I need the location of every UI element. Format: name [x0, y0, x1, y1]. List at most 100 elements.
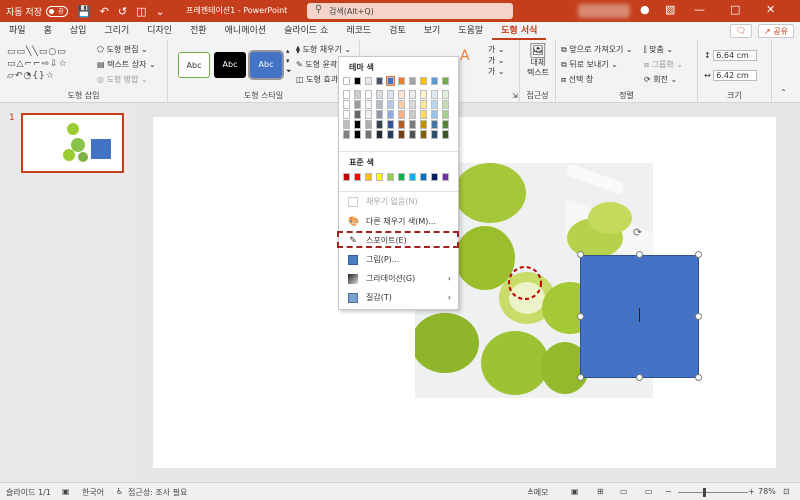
- tab-slideshow[interactable]: 슬라이드 쇼: [275, 22, 337, 40]
- tab-transitions[interactable]: 전환: [181, 22, 216, 40]
- theme-color-swatch[interactable]: [398, 100, 405, 109]
- resize-handle-t[interactable]: [636, 251, 643, 258]
- standard-color-swatch[interactable]: [376, 173, 383, 181]
- comments-icon[interactable]: 🗨: [729, 24, 753, 38]
- bring-forward-button[interactable]: ⧉ 앞으로 가져오기 ⌄: [561, 44, 633, 55]
- wordart-dialog-launcher-icon[interactable]: ⇲: [512, 92, 518, 100]
- resize-handle-b[interactable]: [636, 374, 643, 381]
- theme-color-swatch[interactable]: [431, 77, 438, 85]
- resize-handle-r[interactable]: [695, 313, 702, 320]
- tab-help[interactable]: 도움말: [449, 22, 492, 40]
- maximize-icon[interactable]: □: [730, 3, 740, 16]
- theme-color-swatch[interactable]: [420, 77, 427, 85]
- theme-color-swatch[interactable]: [354, 120, 361, 129]
- slideshow-view-icon[interactable]: ▭: [645, 487, 653, 496]
- theme-color-swatch[interactable]: [420, 130, 427, 139]
- theme-color-swatch[interactable]: [442, 130, 449, 139]
- width-input[interactable]: 6.42 cm: [713, 70, 758, 81]
- theme-color-swatch[interactable]: [409, 110, 416, 119]
- theme-color-swatch[interactable]: [376, 77, 383, 85]
- theme-color-swatch[interactable]: [398, 130, 405, 139]
- theme-color-swatch[interactable]: [354, 100, 361, 109]
- account-avatar-icon[interactable]: ●: [640, 3, 650, 16]
- theme-color-swatch[interactable]: [376, 110, 383, 119]
- send-backward-button[interactable]: ⧉ 뒤로 보내기 ⌄: [561, 59, 618, 70]
- theme-color-swatch[interactable]: [398, 120, 405, 129]
- no-fill-menu-item[interactable]: 채우기 없음(N): [339, 193, 458, 211]
- shape-gallery[interactable]: ▭▭╲╲▭○▭ ▭△⌐⌐⇨⇩☆ ▱↶◔{}☆: [7, 46, 91, 82]
- texture-menu-item[interactable]: 질감(T) ›: [339, 289, 458, 307]
- zoom-in-icon[interactable]: +: [748, 487, 755, 496]
- theme-color-swatch[interactable]: [409, 130, 416, 139]
- theme-color-swatch[interactable]: [409, 120, 416, 129]
- theme-color-swatch[interactable]: [386, 76, 395, 86]
- theme-color-swatch[interactable]: [398, 90, 405, 99]
- accessibility-icon[interactable]: ♿: [116, 487, 123, 496]
- theme-color-swatch[interactable]: [376, 90, 383, 99]
- tab-review[interactable]: 검토: [380, 22, 415, 40]
- search-box[interactable]: ⚲ 검색(Alt+Q): [307, 3, 513, 19]
- resize-handle-bl[interactable]: [577, 374, 584, 381]
- edit-shape-button[interactable]: ⬠ 도형 편집 ⌄: [97, 44, 148, 55]
- wordart-gallery-icon[interactable]: A: [460, 48, 470, 64]
- style-gallery-scroll[interactable]: ▴ ▾ ⏷: [286, 46, 292, 76]
- theme-color-swatch[interactable]: [431, 130, 438, 139]
- autosave-toggle[interactable]: 끔: [45, 5, 68, 17]
- theme-color-swatch[interactable]: [409, 100, 416, 109]
- standard-color-swatch[interactable]: [431, 173, 438, 181]
- undo-icon[interactable]: ↶: [100, 5, 109, 18]
- theme-color-swatch[interactable]: [343, 100, 350, 109]
- zoom-level[interactable]: 78%: [758, 487, 776, 496]
- theme-color-swatch[interactable]: [354, 77, 361, 85]
- reading-view-icon[interactable]: ▭: [620, 487, 628, 496]
- theme-color-swatch[interactable]: [365, 77, 372, 85]
- zoom-out-icon[interactable]: −: [665, 487, 672, 496]
- standard-color-swatch[interactable]: [343, 173, 350, 181]
- tab-shape-format[interactable]: 도형 서식: [492, 22, 547, 40]
- tab-file[interactable]: 파일: [0, 22, 35, 40]
- style-swatch-white[interactable]: Abc: [178, 52, 210, 78]
- zoom-slider-thumb[interactable]: [703, 488, 706, 497]
- width-field[interactable]: ↔ 6.42 cm: [704, 70, 758, 81]
- theme-color-swatch[interactable]: [409, 77, 416, 85]
- theme-color-swatch[interactable]: [442, 77, 449, 85]
- theme-color-swatch[interactable]: [343, 110, 350, 119]
- theme-color-swatch[interactable]: [420, 90, 427, 99]
- zoom-slider[interactable]: [678, 492, 748, 493]
- theme-color-swatch[interactable]: [420, 110, 427, 119]
- merge-shapes-button[interactable]: ◎ 도형 병합 ⌄: [97, 74, 148, 85]
- style-swatch-black[interactable]: Abc: [214, 52, 246, 78]
- selection-pane-button[interactable]: ⧈ 선택 창: [561, 74, 593, 85]
- shape-effects-button[interactable]: ◫ 도형 효과: [296, 74, 338, 85]
- text-box-button[interactable]: ▤ 텍스트 상자 ⌄: [97, 59, 156, 70]
- theme-color-swatch[interactable]: [387, 100, 394, 109]
- tab-home[interactable]: 홈: [35, 22, 61, 40]
- minimize-icon[interactable]: —: [694, 3, 705, 16]
- theme-color-swatch[interactable]: [431, 90, 438, 99]
- theme-color-swatch[interactable]: [387, 110, 394, 119]
- theme-color-swatch[interactable]: [442, 110, 449, 119]
- theme-color-swatch[interactable]: [365, 90, 372, 99]
- accessibility-status[interactable]: 접근성: 조사 필요: [128, 487, 187, 498]
- theme-color-swatch[interactable]: [354, 110, 361, 119]
- resize-handle-l[interactable]: [577, 313, 584, 320]
- tab-view[interactable]: 보기: [415, 22, 450, 40]
- qat-customize-icon[interactable]: ⌄: [156, 5, 165, 18]
- theme-color-swatch[interactable]: [387, 130, 394, 139]
- rotate-handle-icon[interactable]: ⟳: [633, 226, 642, 239]
- tab-design[interactable]: 디자인: [138, 22, 181, 40]
- theme-color-swatch[interactable]: [365, 120, 372, 129]
- resize-handle-br[interactable]: [695, 374, 702, 381]
- theme-color-swatch[interactable]: [442, 90, 449, 99]
- theme-color-swatch[interactable]: [431, 110, 438, 119]
- theme-color-swatch[interactable]: [398, 77, 405, 85]
- notes-button[interactable]: ≜메모: [527, 487, 548, 498]
- fit-to-window-icon[interactable]: ⊡: [783, 487, 790, 496]
- normal-view-icon[interactable]: ▣: [571, 487, 579, 496]
- slide-thumbnail-1[interactable]: [21, 113, 124, 173]
- theme-color-swatch[interactable]: [343, 90, 350, 99]
- text-fill-outline-effects[interactable]: 가 ⌄ 가 ⌄ 가 ⌄: [488, 44, 505, 77]
- theme-color-swatch[interactable]: [420, 120, 427, 129]
- theme-color-swatch[interactable]: [376, 120, 383, 129]
- share-button[interactable]: ↗ 공유: [758, 24, 794, 38]
